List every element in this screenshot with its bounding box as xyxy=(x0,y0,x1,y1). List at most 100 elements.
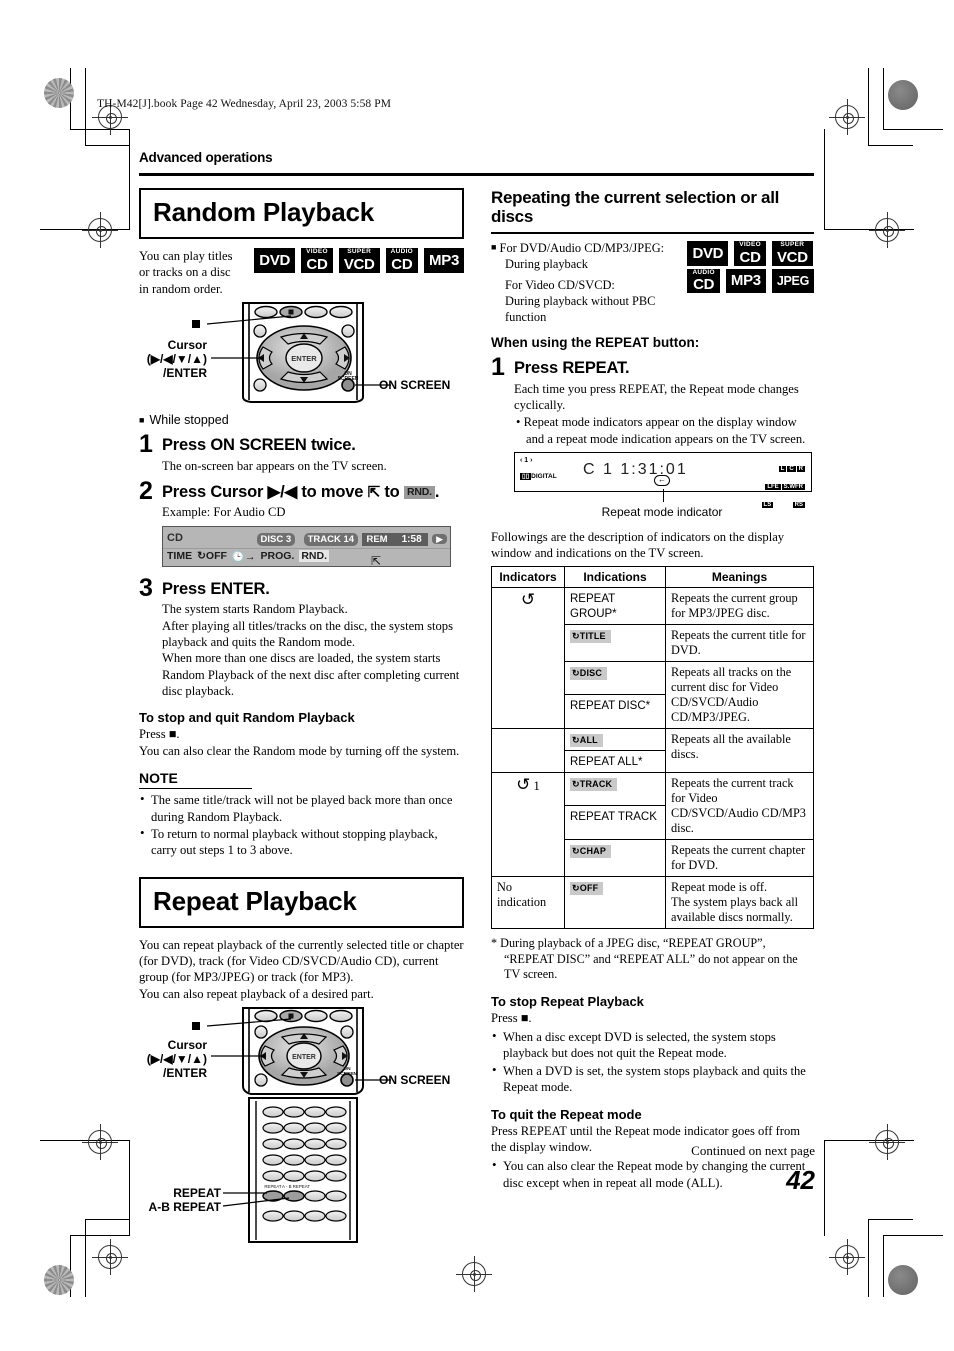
chip-repeat-chap-label: CHAP xyxy=(579,845,607,856)
table-header-row: Indicators Indications Meanings xyxy=(491,565,814,588)
table-cell-indication-repeat-all: REPEAT ALL* xyxy=(564,749,666,773)
repeat-playback-title: Repeat Playback xyxy=(153,885,357,916)
table-cell-meaning-chap: Repeats the current chapter for DVD. xyxy=(665,838,814,877)
repeat-one-arrow-icon: ↺ xyxy=(516,774,531,794)
registration-mark-left-lower xyxy=(82,1124,118,1160)
osd-chip-rnd: RND. xyxy=(403,485,435,500)
section-label: Advanced operations xyxy=(139,150,273,165)
section-rule xyxy=(139,173,814,176)
display-channel-row3: LS RS xyxy=(748,493,806,511)
table-header-indicators: Indicators xyxy=(491,565,565,588)
stop-repeat-press: Press ■. xyxy=(491,1010,532,1025)
table-row: ↺ 1 ↻TRACK Repeats the current track for… xyxy=(491,771,814,877)
table-cell-meaning-all: Repeats all the available discs. xyxy=(665,727,814,773)
osd-disc-number: DISC 3 xyxy=(256,532,296,546)
display-disc-indicator: ‹ 1 › xyxy=(520,457,533,465)
random-intro-row: You can play titles or tracks on a disc … xyxy=(139,248,464,297)
osd-disc-type: CD xyxy=(167,531,183,544)
while-stopped-line: ■ While stopped xyxy=(139,413,464,427)
table-cell-meaning-title: Repeats the current title for DVD. xyxy=(665,623,814,662)
chip-repeat-off: ↻OFF xyxy=(570,881,604,895)
condition-line-3: For Video CD/SVCD: xyxy=(505,278,615,293)
table-cell-indicator-none: No indication xyxy=(491,875,565,929)
chip-repeat-disc-label: DISC xyxy=(579,667,603,678)
osd-rem-time: 1:58 xyxy=(391,532,428,546)
repeat-one-number: 1 xyxy=(533,777,540,793)
random-step-1-number: 1 xyxy=(139,430,153,459)
table-cell-indication-repeat-disc: REPEAT DISC* xyxy=(564,694,666,729)
registration-mark-bottom-center xyxy=(456,1256,492,1292)
osd-next-arrow-icon: ▶ xyxy=(432,533,447,544)
table-footnote: * During playback of a JPEG disc, “REPEA… xyxy=(491,935,798,982)
table-cell-indication-chap: ↻CHAP xyxy=(564,838,666,877)
stop-repeat-bullet-1: When a disc except DVD is selected, the … xyxy=(491,1028,814,1062)
random-step-1-title: Press ON SCREEN twice. xyxy=(162,436,356,455)
repeating-section-title: Repeating the current selection or all d… xyxy=(491,188,780,227)
disc-badge-dvd-2-label: DVD xyxy=(692,244,724,262)
disc-badge-video-cd-2-top: VIDEO xyxy=(739,241,761,249)
registration-blob-top-left xyxy=(44,78,74,108)
registration-mark-right-lower xyxy=(869,1124,905,1160)
random-step-1: 1 Press ON SCREEN twice. xyxy=(139,430,464,459)
random-stop-heading: To stop and quit Random Playback xyxy=(139,710,355,726)
table-row: No indication ↻OFF Repeat mode is off. T… xyxy=(491,875,814,929)
condition-line-4: During playback without PBC function xyxy=(505,293,656,324)
disc-badge-mp3-2-label: MP3 xyxy=(730,272,761,290)
random-step-2: 2 Press Cursor ▶/◀ to move ⇱ to RND.. xyxy=(139,479,464,503)
callout-cursor-dirs-2: (▶/◀/▼/▲) xyxy=(146,1051,207,1066)
table-cell-indication-disc: ↻DISC xyxy=(564,660,666,695)
channel-indicator-rs: RS xyxy=(792,502,805,509)
callout-cursor-enter: /ENTER xyxy=(162,365,207,380)
display-channel-row1: LCR xyxy=(748,457,806,475)
manual-page: TH-M42[J].book Page 42 Wednesday, April … xyxy=(0,0,954,1351)
disc-badge-super-vcd-label: VCD xyxy=(343,255,375,273)
repeating-step-1-bullet: Repeat mode indicators appear on the dis… xyxy=(523,415,806,446)
repeat-intro-text: You can repeat playback of the currently… xyxy=(139,937,464,1001)
callout-cursor-repeat: Cursor (▶/◀/▼/▲) /ENTER xyxy=(139,1038,207,1080)
random-disc-badges: DVD VIDEO CD SUPER VCD AUDIO CD MP3 xyxy=(251,248,464,273)
disc-badge-audio-cd-top: AUDIO xyxy=(390,248,414,255)
display-channel-indicators: LCR LFE S.WFR LS RS xyxy=(748,457,806,511)
registration-mark-bottom-left xyxy=(92,1239,128,1275)
table-cell-meaning-repeat-group: Repeats the current group for MP3/JPEG d… xyxy=(665,586,814,625)
page-number: 42 xyxy=(786,1165,815,1195)
display-channel-row2: LFE S.WFR xyxy=(748,475,806,493)
chip-repeat-disc: ↻DISC xyxy=(570,666,608,680)
indication-repeat-track: REPEAT TRACK xyxy=(570,811,657,824)
quit-repeat-bullets: You can also clear the Repeat mode by ch… xyxy=(491,1157,814,1191)
repeating-step-1-bullet-wrap: • Repeat mode indicators appear on the d… xyxy=(514,414,814,447)
registration-mark-top-right xyxy=(829,99,865,135)
table-cell-meaning-off: Repeat mode is off. The system plays bac… xyxy=(665,875,814,929)
random-step-3-body: The system starts Random Playback. After… xyxy=(162,602,460,699)
osd-status-group: DISC 3 TRACK 14 REM 1:58 ▶ xyxy=(253,529,447,547)
note-heading: NOTE xyxy=(139,770,252,790)
table-header-indications: Indications xyxy=(564,565,666,588)
callout-on-screen-random: ON SCREEN xyxy=(379,378,451,393)
table-cell-indication-repeat-track: REPEAT TRACK xyxy=(564,805,666,840)
registration-mark-right-upper xyxy=(869,212,905,248)
chip-repeat-all-label: ALL xyxy=(579,734,598,745)
random-step-3-number: 3 xyxy=(139,573,153,602)
repeat-playback-heading-box: Repeat Playback xyxy=(139,876,464,928)
disc-badge-dvd-2: DVD xyxy=(684,241,729,266)
chip-repeat-all: ↻ALL xyxy=(570,733,603,747)
repeating-conditions: ■ For DVD/Audio CD/MP3/JPEG: During play… xyxy=(491,241,676,325)
svg-text:ENTER: ENTER xyxy=(292,1054,316,1061)
osd-rem-label: REM xyxy=(362,532,392,546)
remote-figure-random: ENTER ON SCREEN Cursor (▶/◀/▼/▲) /ENTER … xyxy=(139,301,464,405)
random-step-2-title-end: . xyxy=(434,482,440,501)
svg-text:ENTER: ENTER xyxy=(291,354,317,363)
table-cell-meaning-disc: Repeats all tracks on the current disc f… xyxy=(665,660,814,729)
osd-item-repeat-value: OFF xyxy=(205,550,227,563)
condition-line-1: For DVD/Audio CD/MP3/JPEG: xyxy=(499,241,665,256)
channel-indicator-c: C xyxy=(787,466,796,473)
table-cell-indication-all: ↻ALL xyxy=(564,727,666,751)
osd-item-rnd: RND. xyxy=(299,550,329,563)
table-row: ↺ REPEAT GROUP* Repeats the current grou… xyxy=(491,586,814,729)
disc-badge-dvd-label: DVD xyxy=(259,251,291,269)
print-header: TH-M42[J].book Page 42 Wednesday, April … xyxy=(97,98,392,110)
svg-text:SCREEN: SCREEN xyxy=(338,376,359,382)
quit-repeat-heading: To quit the Repeat mode xyxy=(491,1106,642,1122)
random-stop-press: Press ■. xyxy=(139,727,180,742)
dolby-logo-icon: ▯▯ xyxy=(520,473,532,481)
